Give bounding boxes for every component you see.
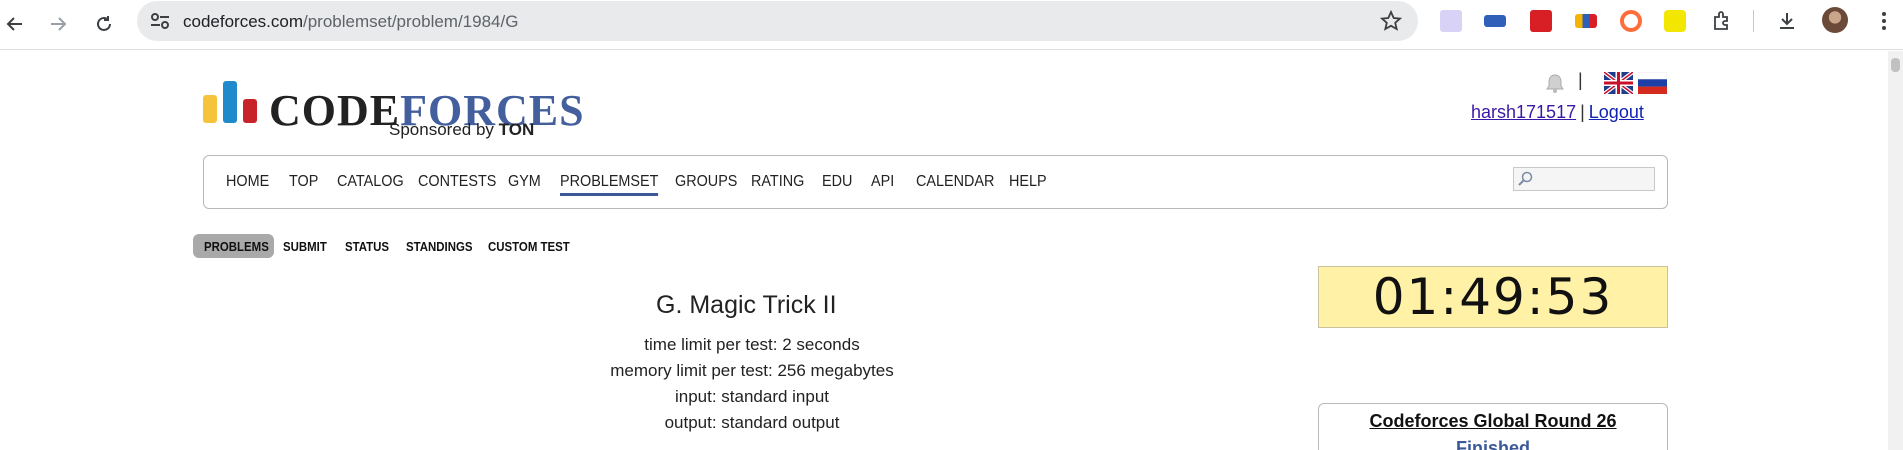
menu-item-contests[interactable]: CONTESTS (418, 173, 496, 191)
countdown-timer: 01:49:53 (1318, 266, 1668, 328)
menu-item-calendar[interactable]: CALENDAR (916, 173, 994, 191)
english-flag-icon[interactable] (1602, 70, 1635, 96)
extension-icon-1[interactable] (1440, 10, 1462, 32)
page-scrollbar[interactable] (1888, 51, 1903, 450)
browser-toolbar: codeforces.com/problemset/problem/1984/G (0, 0, 1903, 50)
russian-flag-icon[interactable] (1637, 71, 1668, 94)
codeforces-page: CODEFORCES Sponsored by TON | harsh17151… (0, 51, 1903, 450)
menu-item-rating[interactable]: RATING (751, 173, 804, 191)
round-sidebar-box: Codeforces Global Round 26 Finished (1318, 403, 1668, 450)
subnav-custom-test[interactable]: CUSTOM TEST (488, 239, 570, 254)
round-title-link[interactable]: Codeforces Global Round 26 (1319, 411, 1667, 432)
kebab-menu-icon[interactable] (1875, 10, 1893, 32)
username-link[interactable]: harsh171517 (1471, 102, 1576, 122)
subnav-problems[interactable]: PROBLEMS (204, 239, 269, 254)
toolbar-divider (1753, 10, 1754, 32)
output-spec: output: standard output (664, 413, 840, 432)
input-spec: input: standard input (674, 387, 830, 406)
subnav-standings[interactable]: STANDINGS (406, 239, 473, 254)
menu-item-top[interactable]: TOP (289, 173, 318, 191)
search-input[interactable] (1513, 167, 1655, 191)
reload-icon[interactable] (89, 9, 119, 39)
main-menu: HOME TOP CATALOG CONTESTS GYM PROBLEMSET… (203, 155, 1668, 209)
menu-item-groups[interactable]: GROUPS (675, 173, 737, 191)
forward-icon[interactable] (43, 9, 73, 39)
star-icon[interactable] (1379, 9, 1403, 32)
extensions-icon[interactable] (1711, 10, 1733, 32)
sponsor-line: Sponsored by TON (389, 120, 535, 139)
search-icon (1518, 171, 1533, 186)
subnav-status[interactable]: STATUS (345, 239, 389, 254)
site-info-icon[interactable] (149, 11, 171, 31)
extension-icon-6[interactable] (1664, 10, 1686, 32)
extension-icon-4[interactable] (1575, 14, 1597, 28)
profile-avatar[interactable] (1822, 7, 1848, 33)
extension-icon-2[interactable] (1484, 15, 1506, 27)
menu-item-catalog[interactable]: CATALOG (337, 173, 404, 191)
address-bar[interactable]: codeforces.com/problemset/problem/1984/G (137, 1, 1418, 41)
url-text[interactable]: codeforces.com/problemset/problem/1984/G (183, 12, 518, 32)
logout-link[interactable]: Logout (1589, 102, 1644, 122)
extension-icon-5[interactable] (1620, 10, 1642, 32)
problem-title: G. Magic Trick II (656, 291, 837, 319)
scrollbar-thumb[interactable] (1891, 58, 1900, 72)
menu-item-help[interactable]: HELP (1009, 173, 1047, 191)
menu-item-api[interactable]: API (871, 173, 894, 191)
extension-icon-3[interactable] (1530, 10, 1552, 32)
round-status-link[interactable]: Finished (1319, 438, 1667, 450)
menu-item-gym[interactable]: GYM (508, 173, 541, 191)
logo-bars-icon (203, 81, 257, 123)
bell-icon[interactable] (1544, 72, 1566, 94)
user-separator: | (1580, 102, 1585, 122)
subnav-submit[interactable]: SUBMIT (283, 239, 327, 254)
back-icon[interactable] (0, 9, 30, 39)
memory-limit: memory limit per test: 256 megabytes (610, 361, 894, 380)
header-separator: | (1578, 70, 1583, 90)
menu-item-edu[interactable]: EDU (822, 173, 852, 191)
user-links: harsh171517 | Logout (1471, 102, 1644, 123)
time-limit: time limit per test: 2 seconds (644, 335, 860, 354)
menu-item-problemset[interactable]: PROBLEMSET (560, 173, 659, 196)
menu-item-home[interactable]: HOME (226, 173, 269, 191)
download-icon[interactable] (1776, 10, 1798, 32)
